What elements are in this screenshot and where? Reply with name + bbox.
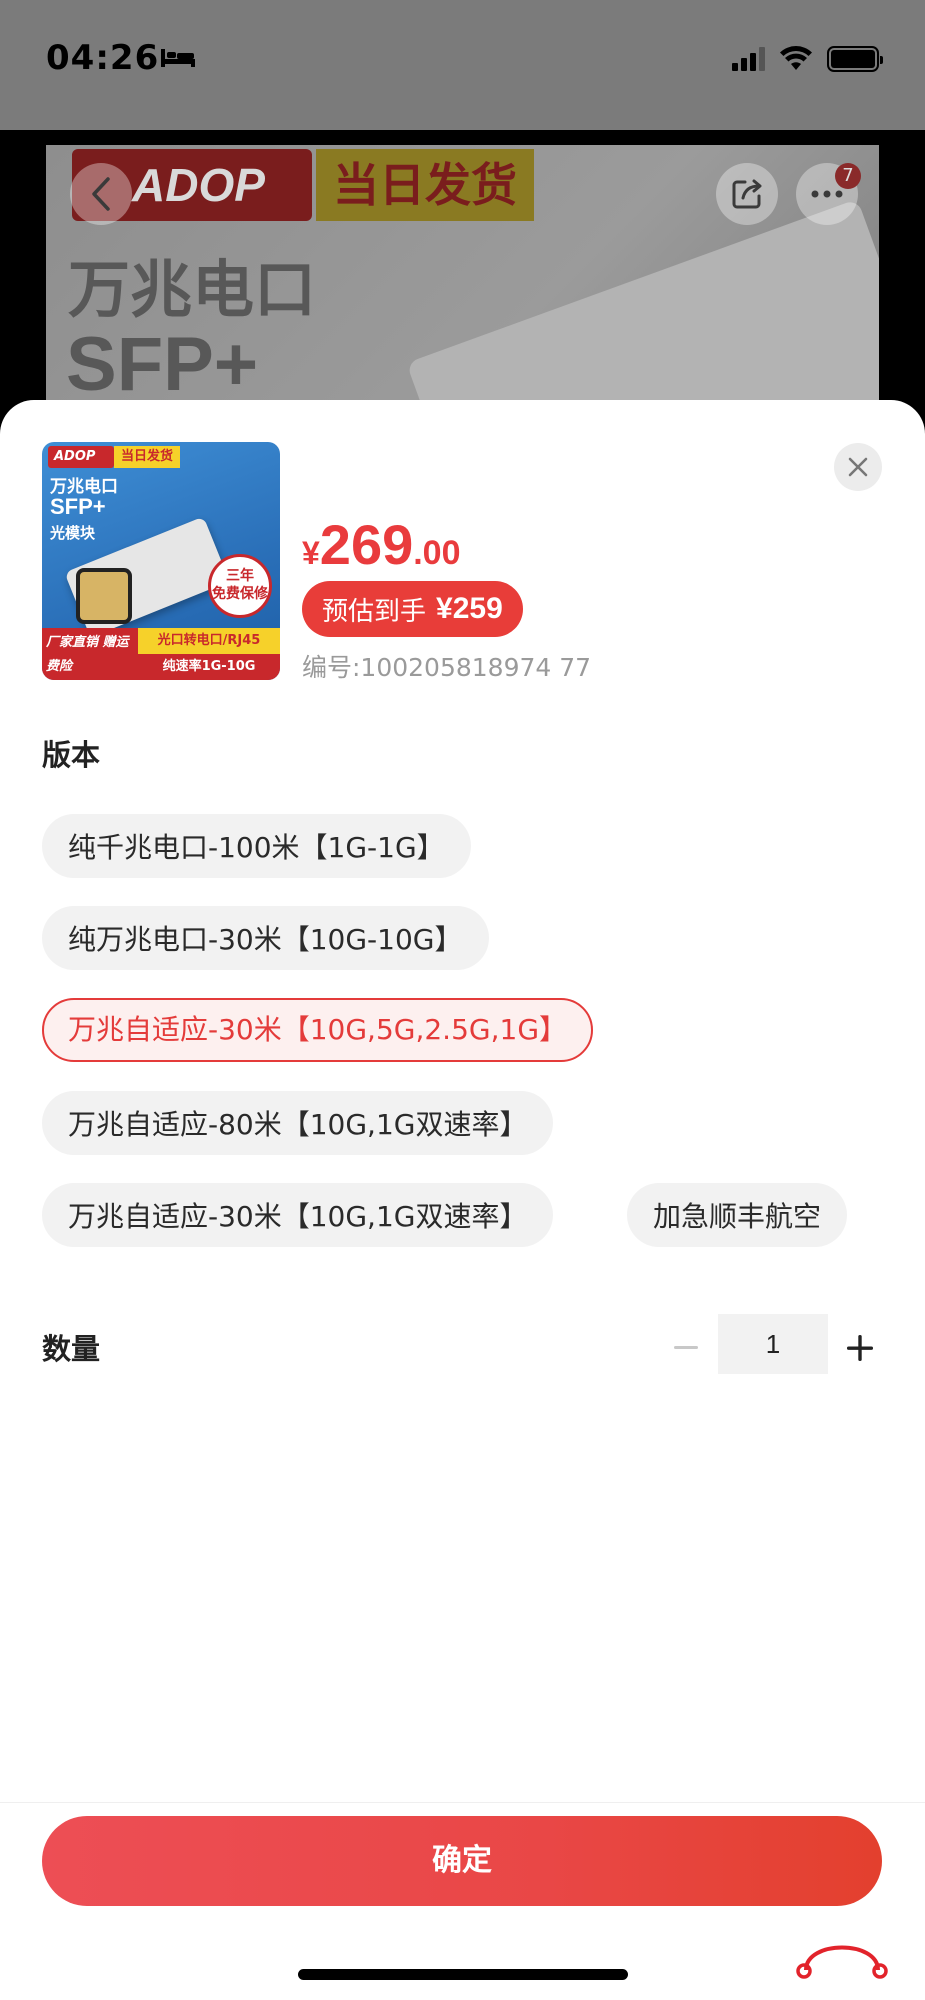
minus-icon <box>674 1346 698 1349</box>
price-integer: 269 <box>319 513 414 576</box>
thumb-subtitle: SFP+ <box>50 494 106 519</box>
estimated-price-label: 预估到手 <box>322 596 427 627</box>
product-price: ¥269.00 <box>302 512 461 577</box>
thumb-promo-top: 光口转电口/RJ45 <box>138 628 280 654</box>
version-option-selected[interactable]: 万兆自适应-30米【10G,5G,2.5G,1G】 <box>42 998 594 1062</box>
banner-title: 万兆电口 <box>68 253 317 326</box>
banner-subtitle: SFP+ <box>66 322 259 405</box>
share-button[interactable] <box>716 163 778 225</box>
quantity-label: 数量 <box>42 1332 101 1366</box>
thumb-caption: 光模块 <box>50 524 96 542</box>
plus-icon <box>847 1335 873 1361</box>
version-option[interactable]: 纯万兆电口-30米【10G-10G】 <box>42 906 489 970</box>
bed-icon <box>161 49 195 67</box>
estimated-price-badge: 预估到手 ¥259 <box>302 581 523 637</box>
banner-device-image <box>406 198 879 405</box>
version-option[interactable]: 纯千兆电口-100米【1G-1G】 <box>42 814 471 878</box>
back-button[interactable] <box>70 163 132 225</box>
version-label: 版本 <box>42 738 101 772</box>
thumb-rj45-image <box>76 568 132 624</box>
version-option[interactable]: 加急顺丰航空 <box>627 1183 848 1247</box>
close-button[interactable] <box>834 443 882 491</box>
more-dots-icon <box>811 190 843 198</box>
home-indicator[interactable] <box>298 1969 628 1980</box>
estimated-price-value: ¥259 <box>436 592 503 625</box>
thumb-promo-bottom: 纯速率1G-10G <box>138 654 280 680</box>
version-option[interactable]: 万兆自适应-80米【10G,1G双速率】 <box>42 1091 554 1155</box>
chevron-left-icon <box>92 177 110 211</box>
thumb-promo-left: 厂家直销 赠运费险 <box>42 628 138 680</box>
status-time: 04:26 <box>46 38 160 78</box>
wifi-icon <box>780 46 812 70</box>
thumb-logo: ADOP <box>48 446 114 468</box>
status-indicators <box>732 46 883 72</box>
version-option[interactable]: 万兆自适应-30米【10G,1G双速率】 <box>42 1183 554 1247</box>
signal-icon <box>732 47 765 71</box>
banner-tag: 当日发货 <box>316 149 534 221</box>
sku-selector-sheet: ADOP 当日发货 万兆电口 SFP+ 光模块 三年 免费保修 厂家直销 赠运费… <box>0 400 925 2000</box>
price-currency: ¥ <box>302 535 320 571</box>
product-thumbnail: ADOP 当日发货 万兆电口 SFP+ 光模块 三年 免费保修 厂家直销 赠运费… <box>42 442 280 680</box>
price-decimal: .00 <box>413 534 461 572</box>
notification-badge: 7 <box>835 163 861 189</box>
headphone-logo-icon <box>796 1945 888 1979</box>
share-icon <box>732 179 762 209</box>
status-bar: 04:26 <box>0 0 925 130</box>
quantity-input[interactable]: 1 <box>718 1314 828 1374</box>
thumb-tag: 当日发货 <box>114 446 180 468</box>
quantity-increase-button[interactable] <box>840 1320 880 1376</box>
close-icon <box>848 457 868 477</box>
battery-icon <box>827 46 883 72</box>
confirm-button[interactable]: 确定 <box>42 1816 882 1906</box>
thumb-warranty-seal: 三年 免费保修 <box>208 554 272 618</box>
quantity-decrease-button[interactable] <box>666 1320 706 1376</box>
footer-divider <box>0 1802 925 1803</box>
product-sku: 编号:100205818974 77 <box>302 653 592 682</box>
